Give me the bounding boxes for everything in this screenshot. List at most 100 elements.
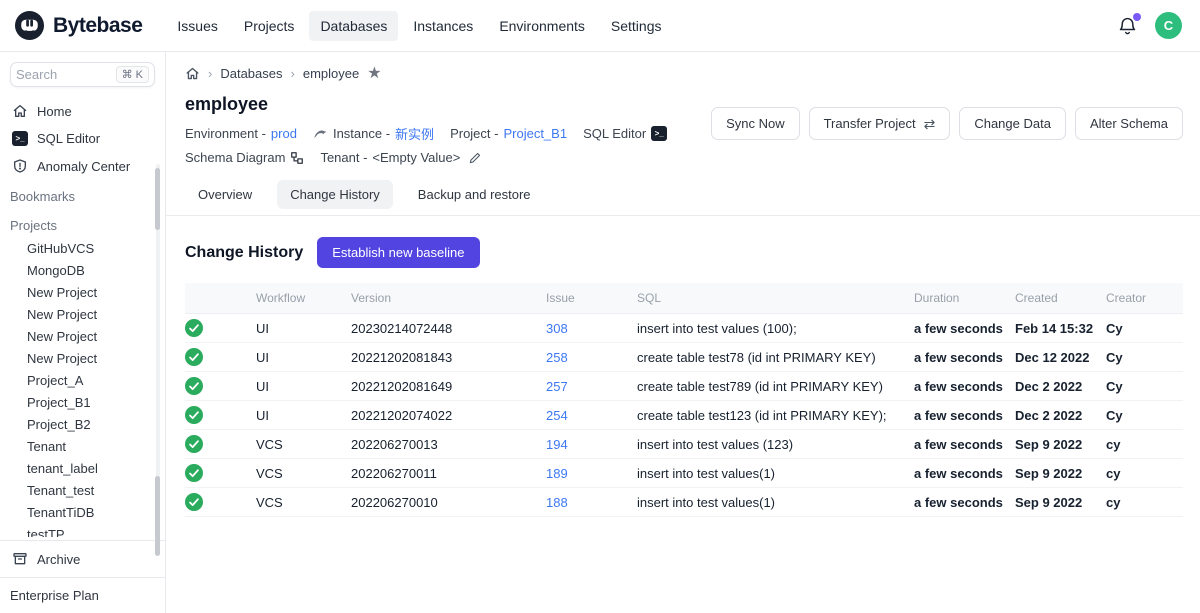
- issue-link[interactable]: 194: [546, 437, 568, 452]
- column-header-status: [185, 283, 256, 314]
- sidebar-project-item[interactable]: Project_A: [10, 370, 155, 392]
- bookmarks-section-label: Bookmarks: [10, 184, 155, 209]
- sidebar-item-anomaly-center[interactable]: Anomaly Center: [10, 152, 155, 180]
- workflow-cell: VCS: [256, 488, 351, 517]
- home-icon[interactable]: [185, 66, 200, 81]
- nav-item-issues[interactable]: Issues: [166, 11, 228, 41]
- sidebar-project-item[interactable]: tenant_label: [10, 458, 155, 480]
- pencil-icon[interactable]: [468, 151, 482, 165]
- sidebar-project-item[interactable]: New Project: [10, 304, 155, 326]
- creator-cell: Cy: [1106, 401, 1183, 430]
- workflow-cell: UI: [256, 372, 351, 401]
- search-box[interactable]: ⌘ K: [10, 62, 155, 87]
- change-data-button[interactable]: Change Data: [959, 107, 1066, 140]
- bytebase-logo[interactable]: Bytebase: [14, 10, 142, 41]
- version-cell: 202206270011: [351, 459, 546, 488]
- table-row[interactable]: UI20230214072448308insert into test valu…: [185, 314, 1183, 343]
- action-button-label: Sync Now: [726, 116, 785, 131]
- nav-item-databases[interactable]: Databases: [309, 11, 398, 41]
- tab-change-history[interactable]: Change History: [277, 180, 393, 209]
- sidebar-divider: [0, 540, 165, 541]
- sidebar-project-item[interactable]: Tenant_test: [10, 480, 155, 502]
- nav-item-environments[interactable]: Environments: [488, 11, 596, 41]
- table-row[interactable]: VCS202206270013194insert into test value…: [185, 430, 1183, 459]
- created-cell: Sep 9 2022: [1015, 488, 1106, 517]
- database-header: employee Environment - prod Instance -: [185, 81, 711, 165]
- sidebar-item-archive[interactable]: Archive: [10, 544, 155, 574]
- shield-icon: [12, 158, 28, 174]
- sql-cell: create table test789 (id int PRIMARY KEY…: [637, 372, 914, 401]
- schema-diagram-icon: [290, 151, 304, 165]
- table-row[interactable]: UI20221202081649257create table test789 …: [185, 372, 1183, 401]
- success-check-icon: [185, 464, 203, 482]
- sidebar-item-home[interactable]: Home: [10, 97, 155, 125]
- success-check-icon: [185, 406, 203, 424]
- nav-item-projects[interactable]: Projects: [233, 11, 306, 41]
- breadcrumb-databases[interactable]: Databases: [220, 66, 282, 81]
- issue-link[interactable]: 257: [546, 379, 568, 394]
- search-shortcut-badge: ⌘ K: [116, 66, 149, 83]
- sidebar-project-item[interactable]: New Project: [10, 348, 155, 370]
- alter-schema-button[interactable]: Alter Schema: [1075, 107, 1183, 140]
- sql-cell: insert into test values (100);: [637, 314, 914, 343]
- table-row[interactable]: UI20221202074022254create table test123 …: [185, 401, 1183, 430]
- sidebar-scrollbar-thumb[interactable]: [155, 168, 160, 230]
- issue-link[interactable]: 189: [546, 466, 568, 481]
- created-cell: Dec 12 2022: [1015, 343, 1106, 372]
- sidebar-scrollbar-thumb[interactable]: [155, 476, 160, 556]
- creator-cell: Cy: [1106, 343, 1183, 372]
- sql-cell: create table test78 (id int PRIMARY KEY): [637, 343, 914, 372]
- table-row[interactable]: VCS202206270010188insert into test value…: [185, 488, 1183, 517]
- notification-bell-icon[interactable]: [1117, 15, 1139, 37]
- plan-badge: Enterprise Plan: [10, 581, 155, 613]
- notification-dot: [1133, 13, 1141, 21]
- sync-now-button[interactable]: Sync Now: [711, 107, 800, 140]
- table-row[interactable]: VCS202206270011189insert into test value…: [185, 459, 1183, 488]
- sidebar-project-item[interactable]: Project_B1: [10, 392, 155, 414]
- bookmark-star-icon[interactable]: ★: [367, 67, 381, 80]
- meta-instance: Instance - 新实例: [313, 124, 434, 143]
- search-input[interactable]: [16, 67, 100, 82]
- duration-cell: a few seconds: [914, 314, 1015, 343]
- duration-cell: a few seconds: [914, 372, 1015, 401]
- workflow-cell: UI: [256, 401, 351, 430]
- sql-cell: insert into test values(1): [637, 459, 914, 488]
- establish-baseline-button[interactable]: Establish new baseline: [317, 237, 479, 268]
- issue-link[interactable]: 254: [546, 408, 568, 423]
- creator-cell: cy: [1106, 459, 1183, 488]
- breadcrumb-current[interactable]: employee: [303, 66, 359, 81]
- tab-backup-and-restore[interactable]: Backup and restore: [405, 180, 544, 209]
- version-cell: 202206270010: [351, 488, 546, 517]
- table-row[interactable]: UI20221202081843258create table test78 (…: [185, 343, 1183, 372]
- sidebar-project-item[interactable]: GitHubVCS: [10, 238, 155, 260]
- instance-link[interactable]: 新实例: [395, 124, 434, 143]
- sidebar-project-item[interactable]: MongoDB: [10, 260, 155, 282]
- tab-overview[interactable]: Overview: [185, 180, 265, 209]
- sidebar-project-item[interactable]: Project_B2: [10, 414, 155, 436]
- sidebar-project-item[interactable]: testTP: [10, 524, 155, 537]
- transfer-project-button[interactable]: Transfer Project⇄: [809, 107, 951, 140]
- navbar-right: C: [1117, 12, 1186, 39]
- home-icon: [12, 103, 28, 119]
- environment-link[interactable]: prod: [271, 126, 297, 141]
- meta-sql-editor-link[interactable]: SQL Editor >_: [583, 126, 667, 141]
- issue-link[interactable]: 188: [546, 495, 568, 510]
- sidebar-project-item[interactable]: New Project: [10, 326, 155, 348]
- creator-cell: Cy: [1106, 372, 1183, 401]
- project-link[interactable]: Project_B1: [503, 126, 567, 141]
- version-cell: 20221202081843: [351, 343, 546, 372]
- sidebar-project-item[interactable]: Tenant: [10, 436, 155, 458]
- sidebar-project-item[interactable]: New Project: [10, 282, 155, 304]
- issue-link[interactable]: 308: [546, 321, 568, 336]
- sidebar-project-item[interactable]: TenantTiDB: [10, 502, 155, 524]
- sidebar-item-sql-editor[interactable]: >_ SQL Editor: [10, 125, 155, 152]
- action-buttons: Sync Now Transfer Project⇄Change Data Alte…: [711, 107, 1183, 140]
- user-avatar[interactable]: C: [1155, 12, 1182, 39]
- nav-item-settings[interactable]: Settings: [600, 11, 673, 41]
- issue-link[interactable]: 258: [546, 350, 568, 365]
- transfer-arrows-icon: ⇄: [924, 119, 936, 129]
- tabs-divider: [166, 215, 1200, 216]
- meta-schema-diagram-link[interactable]: Schema Diagram: [185, 150, 304, 165]
- database-meta: Environment - prod Instance - 新实例 P: [185, 124, 711, 165]
- nav-item-instances[interactable]: Instances: [402, 11, 484, 41]
